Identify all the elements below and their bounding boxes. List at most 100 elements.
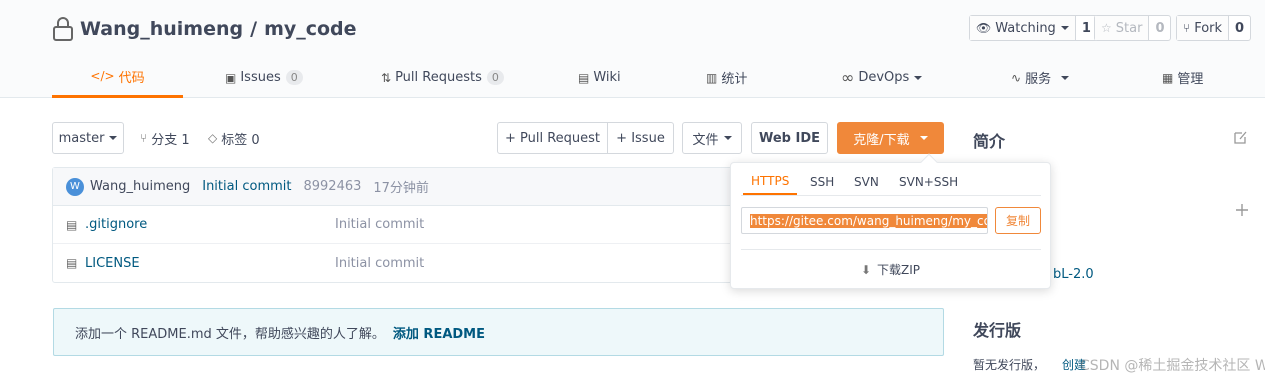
tab-label: 管理: [1177, 72, 1204, 87]
readme-notice: 添加一个 README.md 文件，帮助感兴趣的人了解。 添加 README: [53, 308, 944, 356]
tab-code[interactable]: </> 代码: [52, 57, 183, 98]
file-commit-message[interactable]: Initial commit: [335, 256, 424, 271]
list-item[interactable]: ▤ LICENSE Initial commit: [53, 244, 761, 282]
divider: [741, 195, 1041, 196]
clone-dropdown: HTTPS SSH SVN SVN+SSH https://gitee.com/…: [730, 153, 1051, 289]
pulse-icon: ∿: [1011, 70, 1022, 85]
copy-button[interactable]: 复制: [995, 207, 1041, 234]
watch-button[interactable]: 👁 Watching 1: [969, 15, 1098, 41]
tab-stats[interactable]: ▥ 统计: [706, 57, 747, 98]
infinity-icon: ∞: [841, 68, 855, 87]
tags-link[interactable]: ◇ 标签 0: [208, 122, 260, 154]
file-name[interactable]: LICENSE: [85, 256, 140, 271]
file-icon: ▤: [66, 217, 78, 232]
tab-issues[interactable]: ▣ Issues 0: [225, 57, 303, 98]
web-ide-button[interactable]: Web IDE: [751, 122, 828, 154]
chevron-down-icon: [1060, 26, 1069, 30]
settings-doc-icon: ▦: [1162, 70, 1174, 85]
lock-icon: [53, 17, 73, 41]
file-menu-button[interactable]: 文件: [682, 122, 742, 154]
repo-tabs: </> 代码 ▣ Issues 0 ⇅ Pull Requests 0 ▤ Wiki ▥ 统计…: [52, 57, 1222, 98]
intro-title: 简介: [973, 132, 1006, 151]
repo-owner-link[interactable]: Wang_huimeng: [80, 18, 243, 40]
fork-label: Fork: [1194, 20, 1223, 36]
watermark: CSDN @稀土掘金技术社区 Wang: [1080, 358, 1265, 374]
branches-link[interactable]: ⑂ 分支 1: [140, 122, 190, 154]
code-icon: </>: [90, 69, 115, 83]
file-icon: ▤: [66, 256, 78, 270]
tab-svn-ssh[interactable]: SVN+SSH: [899, 169, 958, 195]
fork-button[interactable]: ⑂ Fork 0: [1176, 15, 1252, 41]
fork-count[interactable]: 0: [1229, 16, 1250, 40]
book-icon: ▤: [578, 70, 590, 85]
clone-download-button[interactable]: 克隆/下载: [837, 122, 944, 154]
branches-label: 分支 1: [151, 132, 190, 148]
star-count[interactable]: 0: [1149, 16, 1170, 40]
file-name[interactable]: .gitignore: [85, 217, 147, 232]
repo-name-link[interactable]: my_code: [264, 18, 357, 40]
chevron-down-icon: [109, 136, 118, 140]
clone-url-input[interactable]: https://gitee.com/wang_huimeng/my_code.g…: [741, 207, 988, 234]
chevron-down-icon: [914, 75, 923, 80]
chevron-down-icon: [919, 136, 928, 140]
tags-label: 标签 0: [221, 132, 260, 148]
tab-svn[interactable]: SVN: [854, 169, 879, 195]
tab-devops[interactable]: ∞ DevOps: [841, 57, 923, 98]
tab-label: Issues: [240, 70, 281, 85]
repo-header: Wang_huimeng / my_code 👁 Watching 1 ☆ Star…: [0, 0, 1265, 98]
latest-commit: W Wang_huimeng Initial commit 8992463 17…: [53, 168, 761, 206]
tab-label: 代码: [118, 70, 145, 86]
add-readme-link[interactable]: 添加 README: [393, 323, 485, 342]
chevron-down-icon: [1061, 75, 1070, 80]
tab-https[interactable]: HTTPS: [743, 169, 798, 195]
repo-separator: /: [250, 18, 258, 40]
commit-hash[interactable]: 8992463: [303, 179, 361, 194]
no-release-text: 暂无发行版，: [973, 358, 1046, 372]
releases-title: 发行版: [973, 321, 1022, 340]
divider: [741, 249, 1041, 250]
tab-wiki[interactable]: ▤ Wiki: [578, 57, 621, 98]
commit-author[interactable]: Wang_huimeng: [90, 179, 190, 194]
repo-title: Wang_huimeng / my_code: [52, 14, 357, 44]
tab-pull-requests[interactable]: ⇅ Pull Requests 0: [381, 57, 504, 98]
clone-url-text: https://gitee.com/wang_huimeng/my_code.g…: [750, 213, 987, 228]
tab-label: Pull Requests: [395, 70, 482, 85]
tag-icon: ◇: [208, 131, 218, 145]
plus-icon[interactable]: [1235, 203, 1249, 217]
license-link[interactable]: bL-2.0: [1053, 267, 1094, 282]
download-zip-label: 下载ZIP: [877, 263, 921, 277]
tab-label: 服务: [1025, 72, 1052, 87]
file-menu-label: 文件: [692, 132, 719, 148]
edit-icon[interactable]: [1233, 130, 1248, 145]
chart-icon: ▥: [706, 70, 718, 85]
list-item[interactable]: ▤ .gitignore Initial commit: [53, 206, 761, 244]
tab-label: Wiki: [593, 70, 621, 85]
star-icon: ☆: [1101, 21, 1112, 35]
issues-icon: ▣: [225, 70, 237, 85]
commit-message[interactable]: Initial commit: [202, 179, 291, 194]
avatar[interactable]: W: [66, 177, 84, 196]
star-button[interactable]: ☆ Star 0: [1094, 15, 1172, 41]
new-issue-button[interactable]: + Issue: [607, 122, 674, 154]
tab-label: DevOps: [858, 70, 910, 85]
dropdown-arrow: [920, 153, 938, 171]
branch-label: master: [58, 130, 105, 146]
tab-ssh[interactable]: SSH: [810, 169, 834, 195]
pr-count-badge: 0: [486, 70, 504, 85]
new-pull-request-button[interactable]: + Pull Request: [497, 122, 608, 154]
fork-icon: ⑂: [1183, 21, 1191, 35]
branch-select[interactable]: master: [52, 122, 124, 154]
tab-manage[interactable]: ▦ 管理: [1162, 57, 1203, 98]
star-label: Star: [1115, 20, 1143, 36]
tab-services[interactable]: ∿ 服务: [1011, 57, 1070, 98]
commit-time: 17分钟前: [373, 181, 429, 196]
issues-count-badge: 0: [285, 70, 303, 85]
download-zip-button[interactable]: ⬇ 下载ZIP: [731, 261, 1050, 278]
file-commit-message[interactable]: Initial commit: [335, 217, 424, 232]
eye-icon: 👁: [976, 21, 992, 35]
clone-label: 克隆/下载: [853, 132, 910, 148]
branch-icon: ⑂: [140, 131, 148, 145]
readme-notice-text: 添加一个 README.md 文件，帮助感兴趣的人了解。: [75, 326, 385, 342]
download-icon: ⬇: [860, 263, 872, 277]
file-list: W Wang_huimeng Initial commit 8992463 17…: [52, 167, 762, 283]
